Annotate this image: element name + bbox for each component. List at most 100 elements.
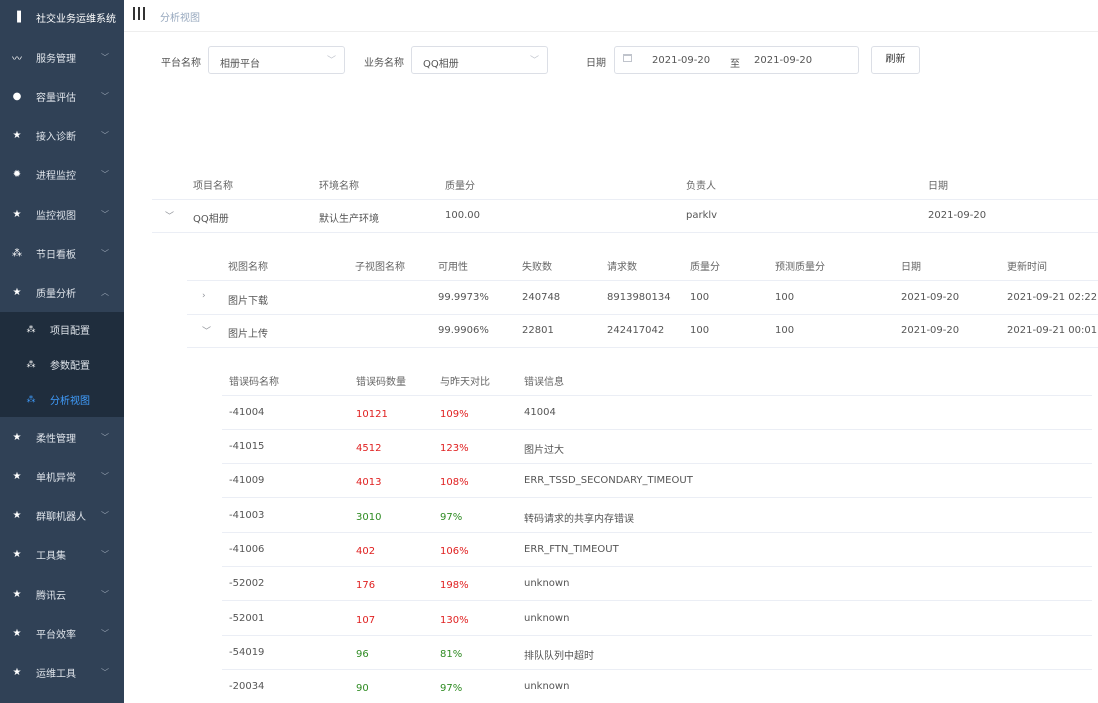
sidebar-item-label: 平台效率 xyxy=(36,629,76,641)
view-cell: 100 xyxy=(690,325,710,336)
column-header: 质量分 xyxy=(445,181,475,192)
view-cell: 100 xyxy=(775,325,795,336)
service-label: 业务名称 xyxy=(364,58,404,69)
star-icon: ★ xyxy=(12,588,22,600)
view-cell: 100 xyxy=(690,292,710,303)
chevron-down-icon: ﹀ xyxy=(101,471,109,481)
column-header: 项目名称 xyxy=(193,181,233,192)
view-cell: 2021-09-21 02:22 xyxy=(1007,292,1098,303)
submenu-item-label: 参数配置 xyxy=(50,361,90,372)
error-compare: 81% xyxy=(440,649,463,660)
project-cell: 2021-09-20 xyxy=(928,210,987,221)
chevron-down-icon: ﹀ xyxy=(101,432,109,442)
service-select[interactable]: QQ相册 ﹀ xyxy=(411,46,548,74)
platform-select[interactable]: 相册平台 ﹀ xyxy=(208,46,345,74)
star-icon: ★ xyxy=(12,208,22,220)
row-divider xyxy=(222,635,1092,636)
submenu-item[interactable]: ⁂ 分析视图 xyxy=(0,382,124,417)
view-cell[interactable]: 图片下载 xyxy=(228,292,268,307)
error-message: 图片过大 xyxy=(524,445,564,456)
star-icon: ★ xyxy=(12,666,22,678)
row-divider xyxy=(222,429,1092,430)
sidebar-item[interactable]: ★ 接入诊断 ﹀ xyxy=(0,118,124,152)
sidebar-item[interactable]: ★ 柔性管理 ﹀ xyxy=(0,420,124,454)
chevron-down-icon: ﹀ xyxy=(101,130,109,140)
view-cell: 242417042 xyxy=(607,325,665,336)
refresh-button[interactable]: 刷新 xyxy=(871,46,920,74)
date-range-picker[interactable]: 2021-09-20 至 2021-09-20 xyxy=(614,46,859,74)
bug-icon: ✹ xyxy=(12,168,22,180)
error-message: 转码请求的共享内存错误 xyxy=(524,514,634,525)
sidebar-item[interactable]: ● 容量评估 ﹀ xyxy=(0,79,124,113)
row-divider xyxy=(222,463,1092,464)
sidebar-item[interactable]: ★ 工具集 ﹀ xyxy=(0,537,124,571)
chevron-down-icon[interactable]: ﹀ xyxy=(202,324,211,337)
error-compare: 97% xyxy=(440,512,463,523)
error-code: -52002 xyxy=(229,578,265,589)
view-cell: 8913980134 xyxy=(607,292,671,303)
sidebar-item[interactable]: 〰 服务管理 ﹀ xyxy=(0,40,124,74)
date-separator: 至 xyxy=(730,59,740,70)
view-cell[interactable]: 图片上传 xyxy=(228,325,268,340)
column-header: 日期 xyxy=(928,181,948,192)
breadcrumb[interactable]: 分析视图 xyxy=(160,9,200,24)
error-count: 10121 xyxy=(356,409,388,420)
chevron-down-icon: ﹀ xyxy=(101,628,109,638)
star-icon: ★ xyxy=(12,548,22,560)
view-cell: 22801 xyxy=(522,325,554,336)
error-code: -41004 xyxy=(229,407,265,418)
bell-icon: ● xyxy=(12,90,22,102)
platform-label: 平台名称 xyxy=(161,58,201,69)
sidebar-item[interactable]: ★ 监控视图 ﹀ xyxy=(0,197,124,231)
app-title[interactable]: ▐ 社交业务运维系统 xyxy=(0,0,124,34)
sidebar-item[interactable]: ★ 群聊机器人 ﹀ xyxy=(0,498,124,532)
column-header: 错误信息 xyxy=(524,377,564,388)
error-count: 3010 xyxy=(356,512,382,523)
error-message: unknown xyxy=(524,613,570,624)
sidebar-item[interactable]: ✹ 进程监控 ﹀ xyxy=(0,157,124,191)
column-header: 视图名称 xyxy=(228,262,268,273)
sidebar-item-label: 单机异常 xyxy=(36,472,76,484)
sidebar-item[interactable]: ⁂ 节日看板 ﹀ xyxy=(0,236,124,270)
submenu-item[interactable]: ⁂ 参数配置 xyxy=(0,347,124,382)
chevron-down-icon: ﹀ xyxy=(529,56,539,66)
chevron-right-icon[interactable]: › xyxy=(202,291,206,301)
chevron-down-icon: ﹀ xyxy=(101,510,109,520)
tree-icon: ⁂ xyxy=(26,324,36,335)
sidebar-item-label: 质量分析 xyxy=(36,288,76,300)
submenu-item[interactable]: ⁂ 项目配置 xyxy=(0,312,124,347)
project-cell: parklv xyxy=(686,210,718,221)
sidebar-item[interactable]: ★ 运维工具 ﹀ xyxy=(0,655,124,689)
column-header: 更新时间 xyxy=(1007,262,1047,273)
error-count: 4512 xyxy=(356,443,382,454)
date-start[interactable]: 2021-09-20 xyxy=(652,55,710,66)
error-count: 4013 xyxy=(356,477,382,488)
sidebar-item-label: 工具集 xyxy=(36,550,66,562)
chevron-down-icon[interactable]: ﹀ xyxy=(165,209,174,222)
date-end[interactable]: 2021-09-20 xyxy=(754,55,812,66)
sidebar-item[interactable]: ★ 质量分析 ︿ xyxy=(0,275,124,309)
sidebar-item[interactable]: ★ 单机异常 ﹀ xyxy=(0,459,124,493)
bar-chart-icon: ▐ xyxy=(13,11,21,23)
row-divider xyxy=(222,600,1092,601)
column-header: 子视图名称 xyxy=(355,262,405,273)
view-cell: 99.9906% xyxy=(438,325,489,336)
star-icon: ★ xyxy=(12,470,22,482)
error-compare: 198% xyxy=(440,580,469,591)
error-compare: 130% xyxy=(440,615,469,626)
error-message: unknown xyxy=(524,578,570,589)
view-cell: 2021-09-20 xyxy=(901,325,960,336)
column-header: 错误码数量 xyxy=(356,377,406,388)
error-code: -20034 xyxy=(229,681,265,692)
error-count: 176 xyxy=(356,580,376,591)
tree-icon: ⁂ xyxy=(12,247,22,259)
date-label: 日期 xyxy=(586,58,606,69)
view-cell: 2021-09-21 00:01 xyxy=(1007,325,1098,336)
row-divider xyxy=(152,232,1098,233)
sidebar-item[interactable]: ★ 平台效率 ﹀ xyxy=(0,616,124,650)
sidebar-item-label: 监控视图 xyxy=(36,210,76,222)
sidebar-item-label: 节日看板 xyxy=(36,249,76,261)
sidebar-item[interactable]: ★ 腾讯云 ﹀ xyxy=(0,577,124,611)
hamburger-menu-icon[interactable] xyxy=(133,7,145,20)
column-header: 质量分 xyxy=(690,262,720,273)
